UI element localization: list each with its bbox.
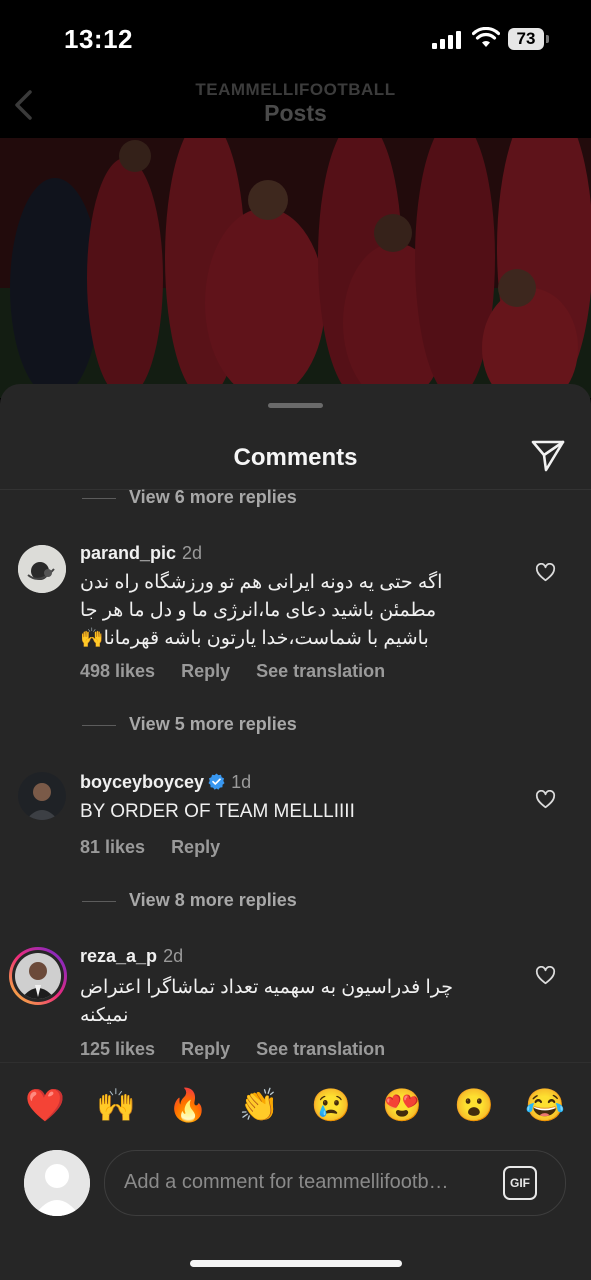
- like-count[interactable]: 498 likes: [80, 661, 155, 681]
- comments-title: Comments: [233, 444, 358, 471]
- comment-text: چرا فدراسیون به سهمیه تعداد تماشاگرا اعت…: [80, 977, 453, 1026]
- like-count[interactable]: 81 likes: [80, 837, 145, 857]
- verified-badge-icon: [208, 773, 225, 790]
- see-translation-button[interactable]: See translation: [256, 1039, 385, 1059]
- emoji-crying-face[interactable]: 😢: [310, 1084, 352, 1126]
- emoji-surprised-face[interactable]: 😮: [453, 1084, 495, 1126]
- comment-username[interactable]: boyceyboycey 1d: [80, 772, 251, 793]
- comment-text: اگه حتی یه دونه ایرانی هم تو ورزشگاه راه…: [80, 572, 443, 649]
- comment-username[interactable]: parand_pic 2d: [80, 543, 202, 564]
- comment-input-placeholder[interactable]: Add a comment for teammellifootb…: [124, 1171, 484, 1194]
- comment-input[interactable]: Add a comment for teammellifootb… GIF: [104, 1150, 566, 1216]
- battery-icon: 73: [508, 28, 552, 50]
- comment-time: 2d: [182, 543, 203, 563]
- clock: 13:12: [64, 24, 133, 54]
- see-translation-button[interactable]: See translation: [256, 661, 385, 681]
- heart-outline-icon[interactable]: [535, 563, 556, 582]
- account-name: TEAMMELLIFOOTBALL: [195, 80, 396, 99]
- signal-icon: [432, 31, 461, 49]
- emoji-tears-of-joy[interactable]: 😂: [524, 1084, 566, 1126]
- home-indicator: [190, 1260, 402, 1267]
- top-nav: TEAMMELLIFOOTBALL Posts: [0, 80, 591, 138]
- heart-outline-icon[interactable]: [535, 966, 556, 985]
- wifi-icon: [472, 27, 500, 47]
- drag-handle[interactable]: [268, 403, 323, 408]
- emoji-raising-hands[interactable]: 🙌: [95, 1084, 137, 1126]
- reply-button[interactable]: Reply: [181, 661, 230, 681]
- battery-level: 73: [508, 28, 544, 50]
- emoji-red-heart[interactable]: ❤️: [24, 1084, 66, 1126]
- gif-button[interactable]: GIF: [503, 1166, 537, 1200]
- avatar-story-ring[interactable]: [9, 947, 67, 1005]
- comments-sheet: Comments View 6 more replies parand_pic 2…: [0, 384, 591, 1280]
- emoji-heart-eyes[interactable]: 😍: [381, 1084, 423, 1126]
- share-paper-plane-icon[interactable]: [530, 438, 566, 474]
- current-user-avatar: [24, 1150, 90, 1216]
- comment-text: BY ORDER OF TEAM MELLLIIII: [80, 801, 355, 822]
- comment-actions: 498 likes Reply See translation: [80, 661, 411, 682]
- comment-time: 2d: [163, 946, 184, 966]
- page-title: Posts: [264, 100, 327, 126]
- avatar[interactable]: [18, 545, 66, 593]
- comment-username[interactable]: reza_a_p 2d: [80, 946, 183, 967]
- heart-outline-icon[interactable]: [535, 790, 556, 809]
- emoji-clapping-hands[interactable]: 👏: [238, 1084, 280, 1126]
- status-bar: 13:12 73: [0, 0, 591, 80]
- post-photo: [0, 138, 591, 398]
- comment-time: 1d: [231, 772, 252, 792]
- like-count[interactable]: 125 likes: [80, 1039, 155, 1059]
- reply-button[interactable]: Reply: [181, 1039, 230, 1059]
- avatar[interactable]: [18, 772, 66, 820]
- comment-actions: 125 likes Reply See translation: [80, 1039, 411, 1060]
- emoji-fire[interactable]: 🔥: [167, 1084, 209, 1126]
- reply-button[interactable]: Reply: [171, 837, 220, 857]
- comment-actions: 81 likes Reply: [80, 837, 246, 858]
